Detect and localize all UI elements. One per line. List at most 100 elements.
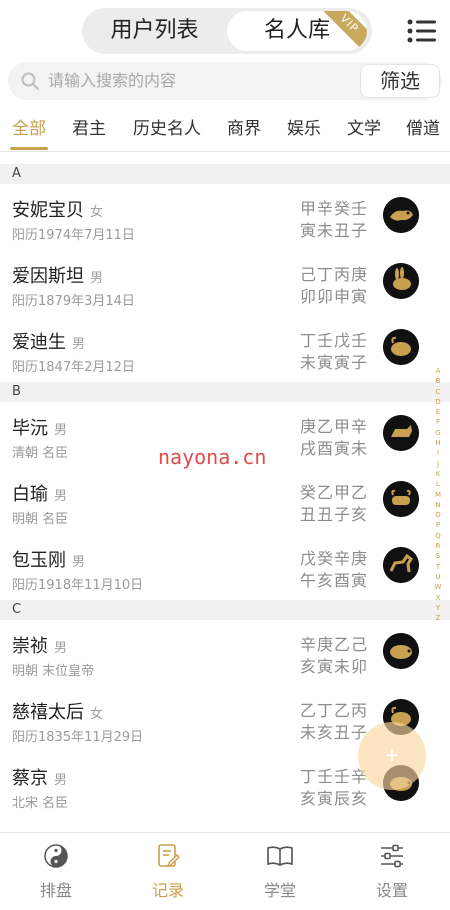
bazi-branches: 亥寅未卯 xyxy=(300,657,369,676)
alpha-index-letter[interactable]: W xyxy=(432,582,444,592)
bazi-stems: 乙丁乙丙 xyxy=(300,701,369,720)
list-item[interactable]: 安妮宝贝女 阳历1974年7月11日 甲辛癸壬 寅未丑子 xyxy=(0,184,430,250)
bazi-stems: 庚乙甲辛 xyxy=(300,417,369,436)
alpha-index-letter[interactable]: C xyxy=(432,387,444,397)
person-gender: 男 xyxy=(72,555,86,570)
bazi-chart: 庚乙甲辛 戌酉寅未 xyxy=(300,416,368,460)
alpha-index-letter[interactable]: S xyxy=(432,551,444,561)
top-header: 用户列表 名人库 VIP xyxy=(0,0,450,62)
person-name-row: 爱因斯坦男 xyxy=(12,262,103,288)
tab-literature[interactable]: 文学 xyxy=(347,108,381,150)
person-gender: 男 xyxy=(54,773,68,788)
section-header-c: C xyxy=(0,600,450,620)
list-item[interactable]: 爱因斯坦男 阳历1879年3月14日 己丁丙庚卯卯申寅 xyxy=(0,250,430,316)
horse-icon xyxy=(383,547,419,583)
search-input[interactable]: 请输入搜索的内容 xyxy=(48,62,176,100)
alpha-index-letter[interactable]: F xyxy=(432,417,444,427)
bazi-branches: 戌酉寅未 xyxy=(300,439,369,458)
person-birth-info: 阳历1879年3月14日 xyxy=(12,294,135,309)
nav-label: 学堂 xyxy=(263,881,296,900)
list-menu-icon[interactable] xyxy=(406,16,438,46)
alpha-index-letter[interactable]: Z xyxy=(432,613,444,623)
edit-note-icon xyxy=(158,844,180,868)
alpha-index-letter[interactable]: U xyxy=(432,572,444,582)
goat-icon xyxy=(383,329,419,365)
alpha-index-letter[interactable]: L xyxy=(432,479,444,489)
bazi-chart: 甲辛癸壬 寅未丑子 xyxy=(300,198,368,242)
nav-label: 排盘 xyxy=(39,881,72,900)
bazi-stems: 己丁丙庚 xyxy=(300,265,369,284)
person-name: 爱迪生 xyxy=(12,332,66,353)
pig-icon xyxy=(383,633,419,669)
filter-button[interactable]: 筛选 xyxy=(360,64,440,98)
person-name-row: 爱迪生男 xyxy=(12,328,85,354)
alpha-index-letter[interactable]: A xyxy=(432,366,444,376)
tab-celebrity-library[interactable]: 名人库 VIP xyxy=(227,11,367,51)
bottom-navigation: 排盘 记录 学堂 设置 xyxy=(0,832,450,910)
alphabet-index[interactable]: A B C D E F G H I J K L M N O P Q R S T … xyxy=(432,366,444,622)
alpha-index-letter[interactable]: K xyxy=(432,469,444,479)
person-name-row: 白瑜男 xyxy=(12,480,67,506)
section-header-a: A xyxy=(0,164,450,184)
list-item[interactable]: 白瑜男 明朝 名臣 癸乙甲乙 丑丑子亥 xyxy=(0,468,430,534)
list-item[interactable]: 包玉刚男 阳历1918年11月10日 戊癸辛庚 午亥酉寅 xyxy=(0,534,430,600)
bazi-chart: 丁壬戊壬 未寅寅子 xyxy=(300,330,368,374)
alpha-index-letter[interactable]: I xyxy=(432,448,444,458)
nav-item-records[interactable]: 记录 xyxy=(112,833,224,910)
alpha-index-letter[interactable]: X xyxy=(432,593,444,603)
person-birth-info: 阳历1918年11月10日 xyxy=(12,578,144,593)
tab-historical-figures[interactable]: 历史名人 xyxy=(133,108,201,150)
person-gender: 女 xyxy=(90,205,104,220)
nav-item-paipan[interactable]: 排盘 xyxy=(0,833,112,910)
tab-entertainment[interactable]: 娱乐 xyxy=(287,108,321,150)
dog-icon xyxy=(383,415,419,451)
person-title: 明朝 末位皇帝 xyxy=(12,664,95,679)
person-name: 包玉刚 xyxy=(12,550,66,571)
person-name: 慈禧太后 xyxy=(12,702,84,723)
section-header-b: B xyxy=(0,382,450,402)
bazi-stems: 戊癸辛庚 xyxy=(300,549,369,568)
sliders-icon xyxy=(381,844,403,868)
nav-label: 记录 xyxy=(151,881,184,900)
person-birth-info: 阳历1974年7月11日 xyxy=(12,228,135,243)
tab-monarchs[interactable]: 君主 xyxy=(72,108,106,150)
alpha-index-letter[interactable]: M xyxy=(432,490,444,500)
alpha-index-letter[interactable]: T xyxy=(432,562,444,572)
alpha-index-letter[interactable]: O xyxy=(432,510,444,520)
person-birth-info: 阳历1835年11月29日 xyxy=(12,730,144,745)
alpha-index-letter[interactable]: Q xyxy=(432,531,444,541)
bazi-chart: 癸乙甲乙 丑丑子亥 xyxy=(300,482,368,526)
alpha-index-letter[interactable]: J xyxy=(432,459,444,469)
person-name-row: 蔡京男 xyxy=(12,764,67,790)
alpha-index-letter[interactable]: R xyxy=(432,541,444,551)
person-title: 北宋 名臣 xyxy=(12,796,69,811)
alpha-index-letter[interactable]: P xyxy=(432,520,444,530)
alpha-index-letter[interactable]: E xyxy=(432,407,444,417)
tab-all[interactable]: 全部 xyxy=(12,108,46,150)
person-name-row: 慈禧太后女 xyxy=(12,698,103,724)
person-name: 毕沅 xyxy=(12,418,48,439)
tab-monks-taoists[interactable]: 僧道 xyxy=(406,108,440,150)
alpha-index-letter[interactable]: H xyxy=(432,438,444,448)
nav-label: 设置 xyxy=(375,881,408,900)
alpha-index-letter[interactable]: Y xyxy=(432,603,444,613)
alpha-index-letter[interactable]: N xyxy=(432,500,444,510)
tab-user-list[interactable]: 用户列表 xyxy=(82,8,227,54)
nav-item-school[interactable]: 学堂 xyxy=(224,833,336,910)
bazi-branches: 卯卯申寅 xyxy=(300,287,369,306)
nav-item-settings[interactable]: 设置 xyxy=(336,833,448,910)
list-item[interactable]: 崇祯男 明朝 末位皇帝 辛庚乙己 亥寅未卯 xyxy=(0,620,430,686)
segmented-control: 用户列表 名人库 VIP xyxy=(82,8,372,54)
book-icon xyxy=(267,846,293,866)
alpha-index-letter[interactable]: B xyxy=(432,376,444,386)
ox-icon xyxy=(383,481,419,517)
bazi-stems: 辛庚乙己 xyxy=(300,635,369,654)
person-gender: 男 xyxy=(54,423,68,438)
add-fab-button[interactable]: + xyxy=(358,722,426,790)
list-item[interactable]: 爱迪生男 阳历1847年2月12日 丁壬戊壬 未寅寅子 xyxy=(0,316,430,382)
alpha-index-letter[interactable]: G xyxy=(432,428,444,438)
person-name: 安妮宝贝 xyxy=(12,200,84,221)
alpha-index-letter[interactable]: D xyxy=(432,397,444,407)
person-gender: 男 xyxy=(54,641,68,656)
tab-business[interactable]: 商界 xyxy=(227,108,261,150)
